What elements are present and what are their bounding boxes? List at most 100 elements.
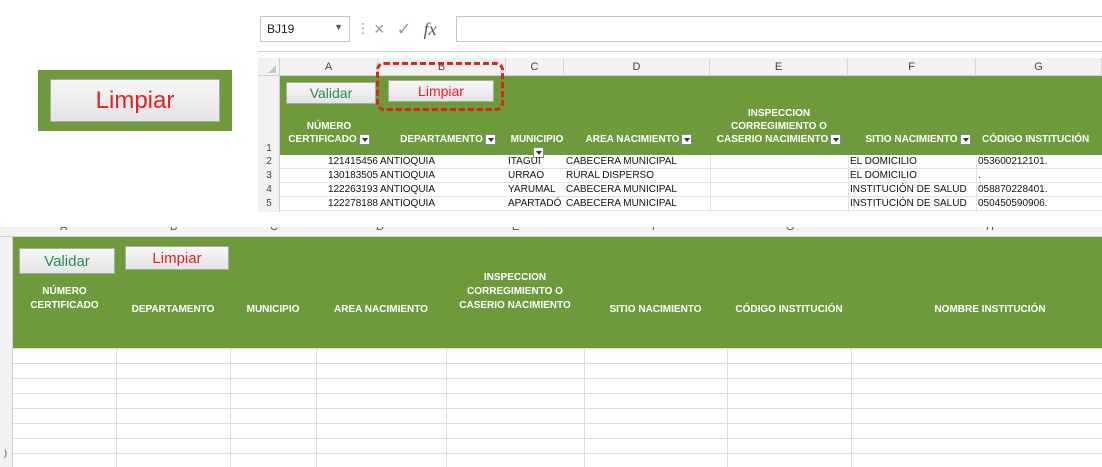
header-codigo-institucion: CÓDIGO INSTITUCIÓN: [735, 304, 843, 315]
limpiar-button-zoomed[interactable]: Limpiar: [50, 79, 220, 122]
cell-area[interactable]: CABECERA MUNICIPAL: [566, 183, 710, 197]
grid-line: [13, 438, 1102, 439]
row-header-4[interactable]: 4: [258, 184, 280, 195]
column-header-a[interactable]: A: [280, 58, 378, 76]
grid-line: [13, 393, 1102, 394]
row-header-3[interactable]: 3: [258, 170, 280, 181]
limpiar-button[interactable]: Limpiar: [125, 246, 229, 270]
limpiar-callout: Limpiar: [38, 70, 232, 131]
cell-area[interactable]: CABECERA MUNICIPAL: [566, 155, 710, 169]
row-headers: ): [0, 237, 13, 467]
table-row: 122263193 ANTIOQUIA YARUMAL CABECERA MUN…: [280, 183, 1102, 197]
table-row: 121415456 ANTIOQUIA ITAGUI CABECERA MUNI…: [280, 155, 1102, 169]
cell-codigo[interactable]: 050450590906.: [978, 197, 1102, 211]
cell-area[interactable]: RURAL DISPERSO: [566, 169, 710, 183]
cell-inspeccion[interactable]: [712, 155, 848, 169]
column-header-d[interactable]: D: [564, 58, 710, 76]
filter-dropdown-icon[interactable]: [484, 133, 496, 145]
grid-line: [116, 348, 117, 467]
column-header-d[interactable]: D: [376, 227, 384, 233]
header-area-nacimiento: AREA NACIMIENTO: [568, 133, 710, 146]
row-header-1[interactable]: 1: [258, 143, 280, 154]
grid-line: [851, 348, 852, 467]
check-icon[interactable]: ✓: [397, 19, 412, 40]
column-header-e[interactable]: E: [512, 227, 519, 233]
cell-codigo[interactable]: 058870228401.: [978, 183, 1102, 197]
cell-numero[interactable]: 130183505: [280, 169, 378, 183]
cell-numero[interactable]: 122278188: [280, 197, 378, 211]
grid-line: [446, 348, 447, 467]
cell-numero[interactable]: 121415456: [280, 155, 378, 169]
cell-codigo[interactable]: .: [978, 169, 1102, 183]
cell-municipio[interactable]: YARUMAL: [508, 183, 564, 197]
validar-button[interactable]: Validar: [19, 248, 115, 274]
cell-inspeccion[interactable]: [712, 169, 848, 183]
column-header-g[interactable]: G: [976, 58, 1102, 76]
table-row: 122278188 ANTIOQUIA APARTADÓ CABECERA MU…: [280, 197, 1102, 211]
column-header-h[interactable]: H: [986, 227, 994, 233]
row-headers: 1 2 3 4 5: [258, 76, 280, 212]
cell-municipio[interactable]: APARTADÓ: [508, 197, 564, 211]
header-numero-certificado: NÚMERO CERTIFICADO: [30, 286, 99, 311]
grid-line: [584, 348, 585, 467]
grid-line: [13, 378, 1102, 379]
row-header-5[interactable]: 5: [258, 198, 280, 209]
header-inspeccion: INSPECCION CORREGIMIENTO O CASERIO NACIM…: [710, 107, 848, 146]
grid-line: [848, 155, 849, 212]
column-headers: A B C D E F G H: [0, 227, 1102, 237]
column-header-a[interactable]: A: [60, 227, 67, 233]
header-numero-certificado: NÚMERO CERTIFICADO: [280, 120, 378, 146]
header-inspeccion: INSPECCION CORREGIMIENTO O CASERIO NACIM…: [459, 272, 571, 311]
cell-municipio[interactable]: URRAO: [508, 169, 564, 183]
grid-line: [316, 348, 317, 467]
cell-inspeccion[interactable]: [712, 197, 848, 211]
cell-sitio[interactable]: EL DOMICILIO: [850, 169, 976, 183]
name-box-value: BJ19: [267, 22, 295, 36]
cell-numero[interactable]: 122263193: [280, 183, 378, 197]
header-sitio-nacimiento: SITIO NACIMIENTO: [609, 304, 702, 315]
cell-municipio[interactable]: ITAGUI: [508, 155, 564, 169]
column-header-e[interactable]: E: [710, 58, 848, 76]
column-header-g[interactable]: G: [786, 227, 795, 233]
column-header-c[interactable]: C: [270, 227, 278, 233]
header-sitio-nacimiento: SITIO NACIMIENTO: [856, 133, 980, 146]
filter-dropdown-icon[interactable]: [959, 133, 971, 145]
grid-line: [727, 348, 728, 467]
grid-line: [13, 363, 1102, 364]
cell-area[interactable]: CABECERA MUNICIPAL: [566, 197, 710, 211]
column-header-c[interactable]: C: [506, 58, 564, 76]
cell-departamento[interactable]: ANTIOQUIA: [380, 197, 506, 211]
cell-departamento[interactable]: ANTIOQUIA: [380, 169, 506, 183]
filter-dropdown-icon[interactable]: [681, 133, 693, 145]
formula-input[interactable]: [456, 16, 1102, 42]
cell-sitio[interactable]: INSTITUCIÓN DE SALUD: [850, 183, 976, 197]
row-header-fragment[interactable]: ): [4, 448, 7, 458]
header-nombre-institucion: NOMBRE INSTITUCIÓN: [934, 304, 1046, 315]
cell-sitio[interactable]: INSTITUCIÓN DE SALUD: [850, 197, 976, 211]
grid-line: [13, 408, 1102, 409]
name-box[interactable]: BJ19 ▼: [260, 16, 350, 42]
function-icon[interactable]: fx: [424, 19, 437, 40]
cell-codigo[interactable]: 053600212101.: [978, 155, 1102, 169]
header-departamento: DEPARTAMENTO: [388, 133, 508, 146]
cell-sitio[interactable]: EL DOMICILIO: [850, 155, 976, 169]
header-area-nacimiento: AREA NACIMIENTO: [334, 304, 428, 315]
chevron-down-icon[interactable]: ▼: [334, 22, 343, 32]
column-header-b[interactable]: B: [170, 227, 177, 233]
excel-sheet-bottom: A B C D E F G H ) Validar Limpiar NÚMERO…: [0, 227, 1102, 467]
row-header-2[interactable]: 2: [258, 156, 280, 167]
select-all-corner[interactable]: [258, 58, 280, 76]
column-header-f[interactable]: F: [652, 227, 659, 233]
grid-line: [13, 453, 1102, 454]
validar-button[interactable]: Validar: [286, 82, 376, 104]
filter-dropdown-icon[interactable]: [358, 133, 370, 145]
cell-departamento[interactable]: ANTIOQUIA: [380, 155, 506, 169]
header-departamento: DEPARTAMENTO: [131, 304, 215, 315]
cell-departamento[interactable]: ANTIOQUIA: [380, 183, 506, 197]
excel-sheet-top: BJ19 ▼ ⋮ × ✓ fx A B C D E F G 1 2 3 4 5 …: [258, 6, 1102, 212]
column-header-f[interactable]: F: [848, 58, 976, 76]
cell-inspeccion[interactable]: [712, 183, 848, 197]
filter-dropdown-icon[interactable]: [830, 133, 842, 145]
grid-line: [976, 155, 977, 212]
cancel-icon[interactable]: ×: [374, 19, 385, 40]
